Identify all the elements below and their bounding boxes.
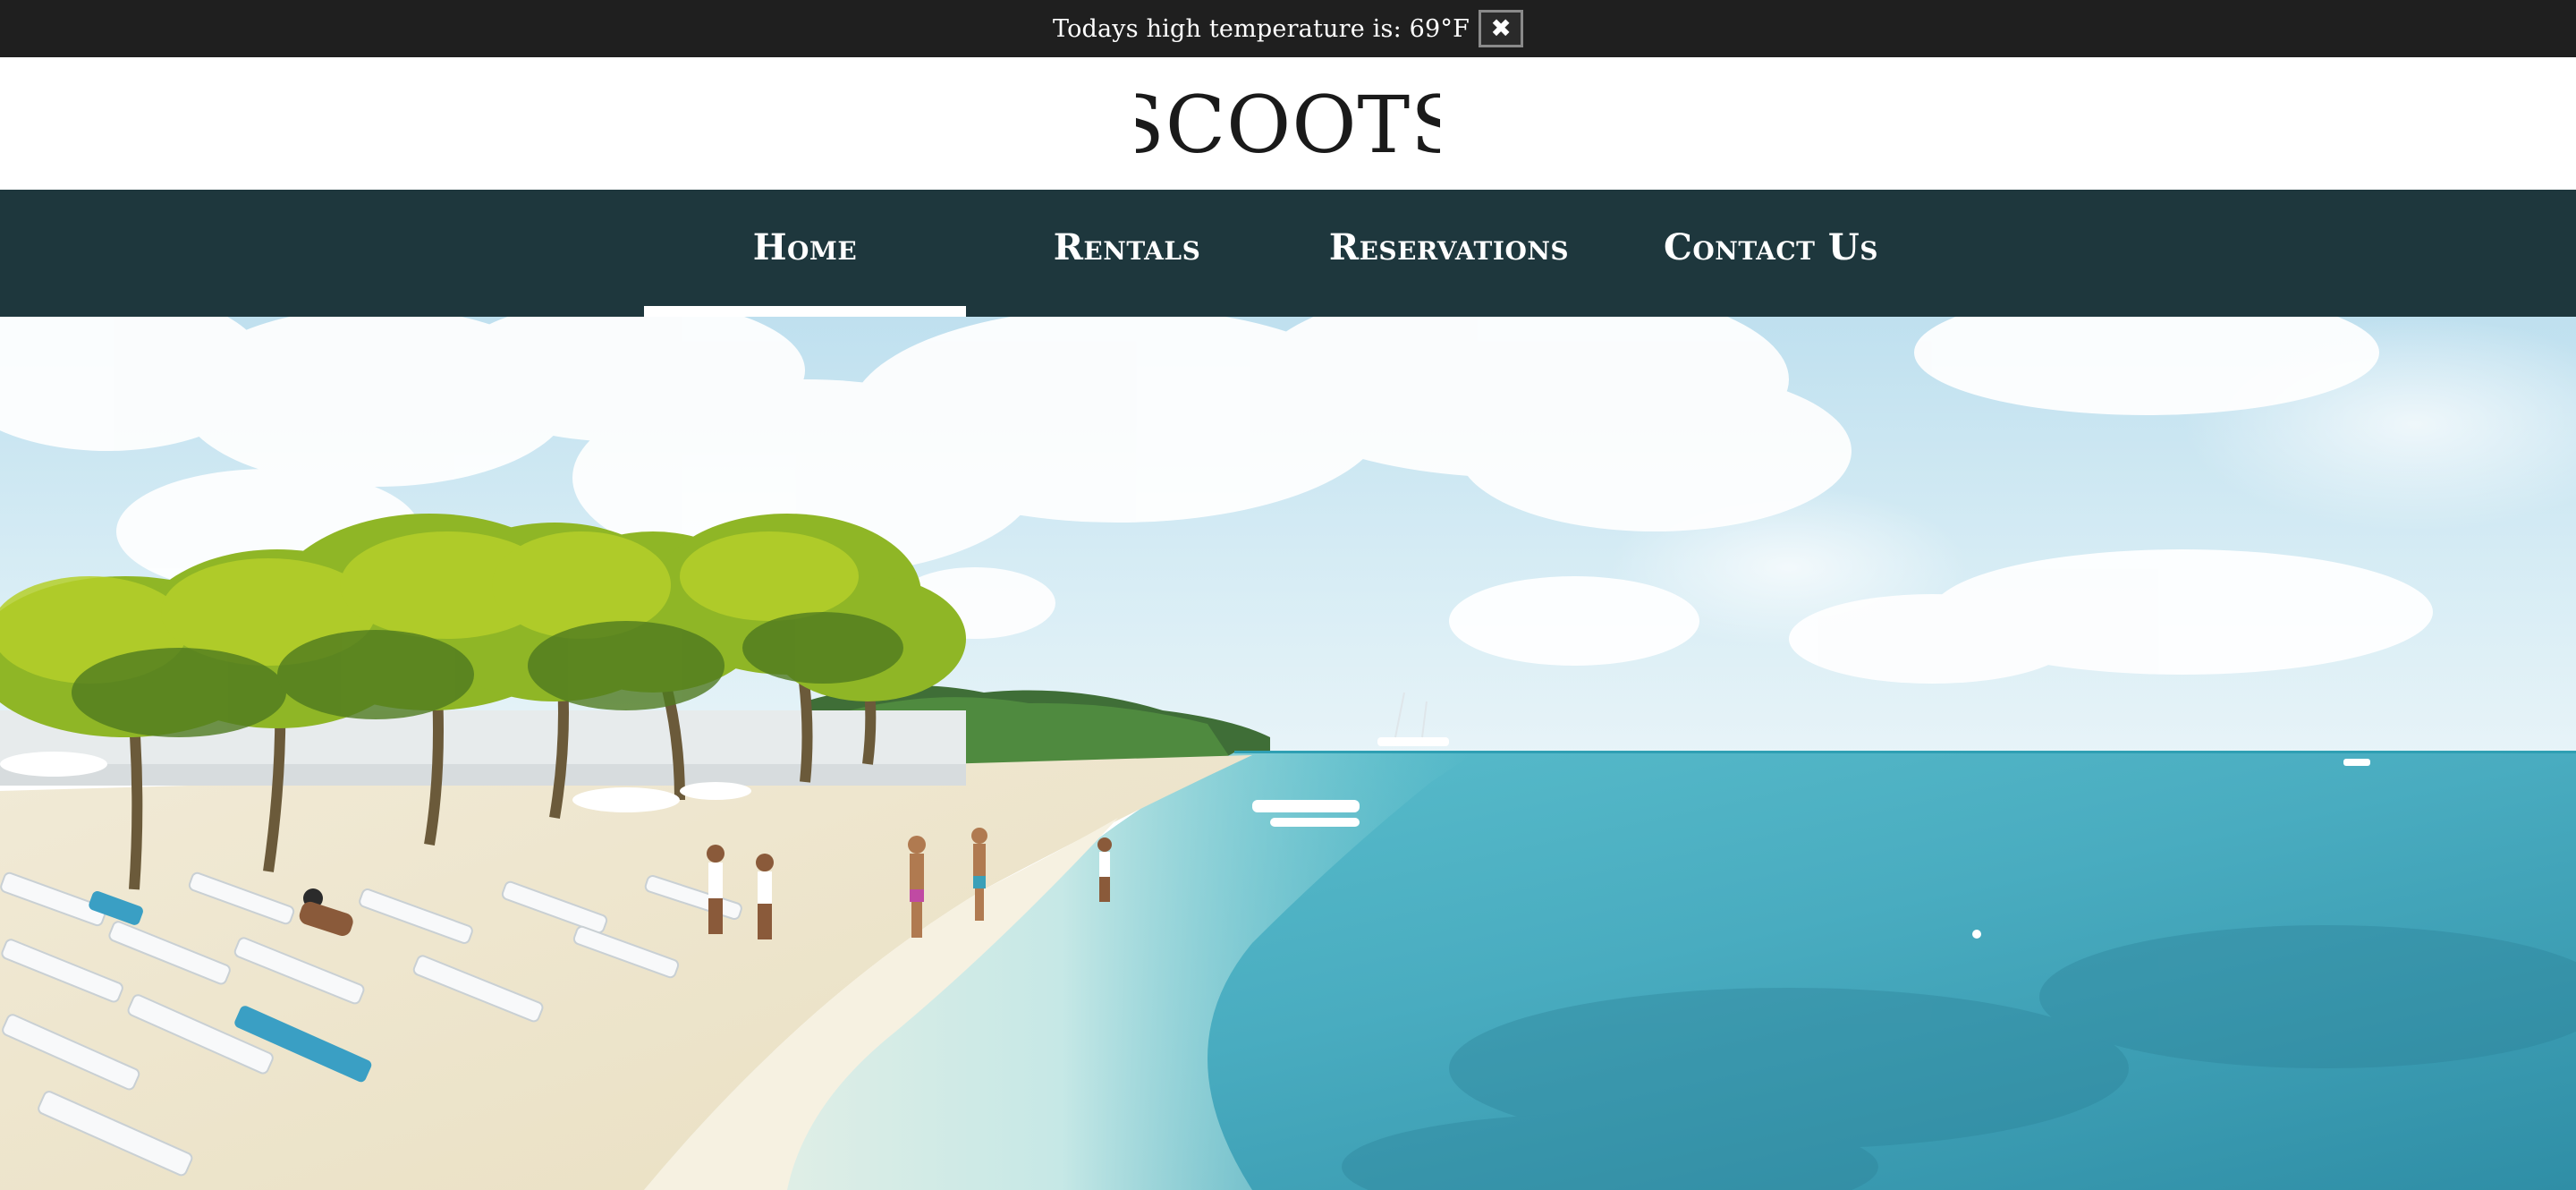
logo-text: SCOOTS	[1136, 81, 1440, 170]
nav-reservations-label: Reservations	[1328, 225, 1570, 268]
nav-rentals[interactable]: Rentals	[966, 190, 1288, 317]
nav-home-label: Home	[752, 225, 858, 268]
nav-contact-us-label: Contact Us	[1664, 225, 1878, 268]
hero-beach-image	[0, 317, 2576, 1190]
nav-home[interactable]: Home	[644, 190, 966, 317]
close-icon: ✖	[1490, 13, 1512, 43]
main-navigation: Home Rentals Reservations Contact Us	[0, 190, 2576, 317]
nav-reservations[interactable]: Reservations	[1288, 190, 1610, 317]
temperature-notice-bar: Todays high temperature is: 69°F ✖	[0, 0, 2576, 57]
temperature-message: Todays high temperature is: 69°F	[1052, 14, 1470, 43]
nav-rentals-label: Rentals	[1053, 225, 1201, 268]
beach-scene-illustration	[0, 317, 2576, 1190]
scoots-logo[interactable]: SCOOTS	[1136, 81, 1440, 170]
close-notice-button[interactable]: ✖	[1479, 10, 1524, 47]
site-header: SCOOTS	[0, 57, 2576, 190]
nav-contact-us[interactable]: Contact Us	[1610, 190, 1932, 317]
